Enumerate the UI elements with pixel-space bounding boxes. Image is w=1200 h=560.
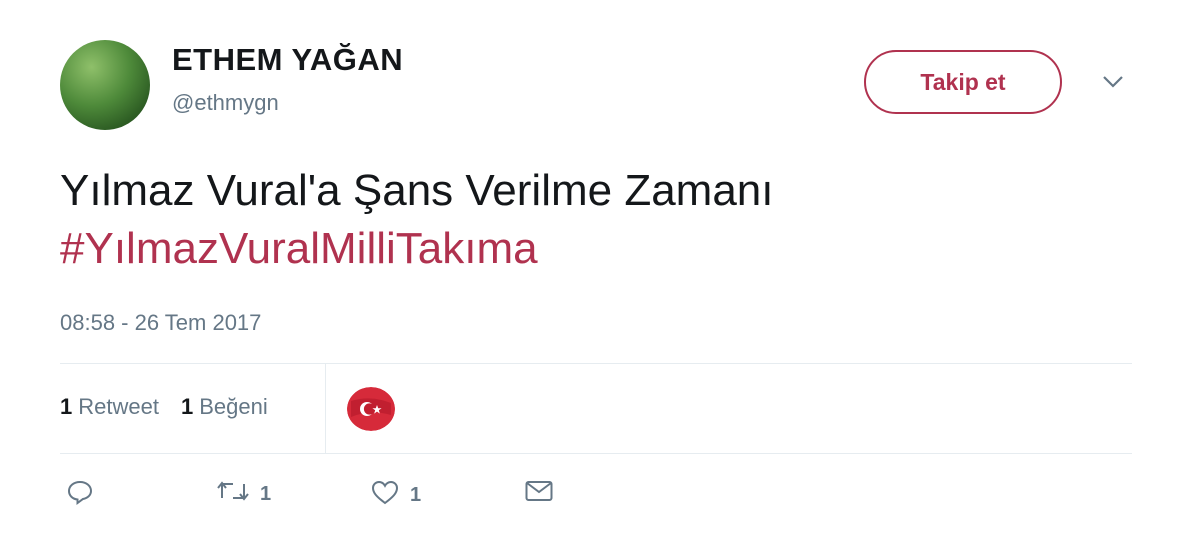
divider-vertical	[325, 364, 326, 453]
retweet-icon	[216, 478, 250, 510]
avatar[interactable]	[60, 40, 150, 130]
reply-button[interactable]	[66, 478, 94, 512]
retweet-count: 1	[260, 482, 272, 505]
chevron-down-icon[interactable]	[1100, 72, 1126, 92]
like-stat-label: Beğeni	[199, 394, 268, 419]
envelope-icon	[524, 478, 554, 510]
display-name[interactable]: ETHEM YAĞAN	[172, 42, 403, 78]
tweet-stats: 1 Retweet 1 Beğeni	[60, 394, 268, 420]
retweet-stat-count: 1	[60, 394, 73, 419]
heart-icon	[370, 478, 400, 512]
retweet-stat[interactable]: 1 Retweet	[60, 394, 159, 420]
reply-icon	[66, 478, 94, 512]
direct-message-button[interactable]	[524, 478, 554, 510]
like-stat[interactable]: 1 Beğeni	[181, 394, 268, 420]
divider	[60, 363, 1132, 364]
divider	[60, 453, 1132, 454]
like-count: 1	[410, 483, 422, 506]
like-button[interactable]: 1	[370, 478, 421, 512]
user-handle[interactable]: @ethmygn	[172, 90, 279, 116]
tweet-text: Yılmaz Vural'a Şans Verilme Zamanı #Yılm…	[60, 162, 1140, 278]
hashtag-link[interactable]: #YılmazVuralMilliTakıma	[60, 220, 1140, 278]
follow-button[interactable]: Takip et	[864, 50, 1062, 114]
retweet-stat-label: Retweet	[78, 394, 159, 419]
tweet-body: Yılmaz Vural'a Şans Verilme Zamanı	[60, 166, 774, 215]
tweet-timestamp[interactable]: 08:58 - 26 Tem 2017	[60, 310, 261, 336]
liker-avatar[interactable]	[347, 387, 395, 431]
like-stat-count: 1	[180, 394, 194, 419]
retweet-button[interactable]: 1	[216, 478, 271, 510]
